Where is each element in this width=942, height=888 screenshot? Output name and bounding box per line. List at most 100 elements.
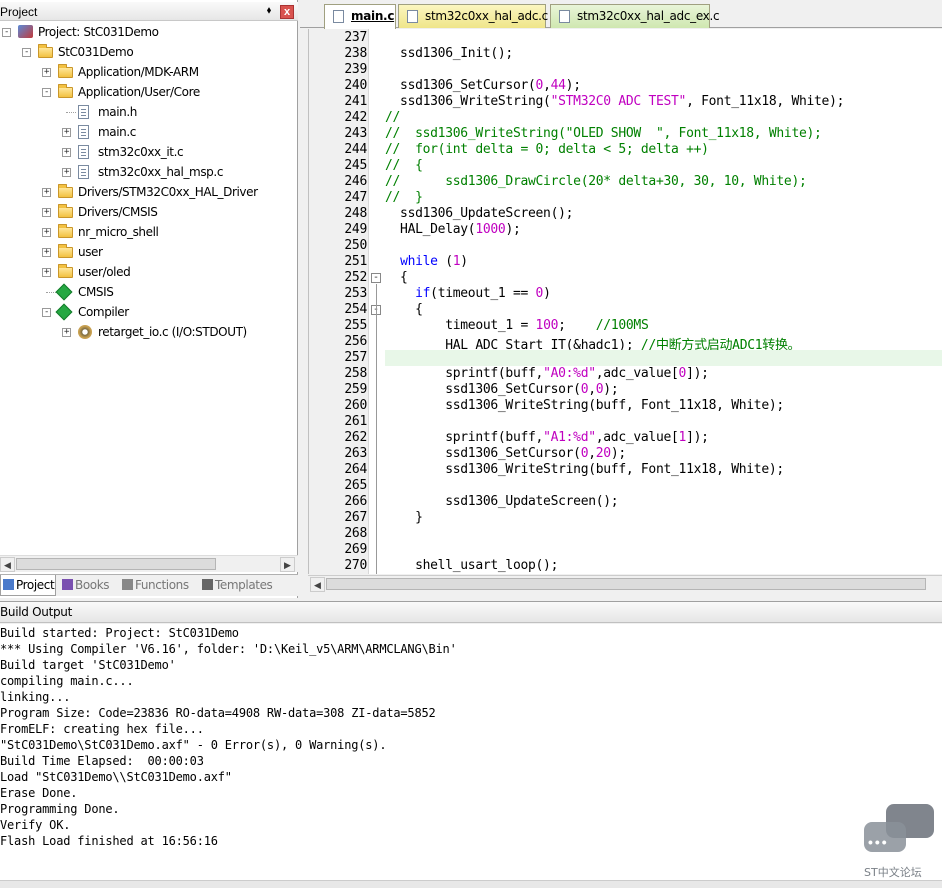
tree-item[interactable]: + main.c [0,122,298,142]
tree-item[interactable]: + Application/MDK-ARM [0,62,298,82]
tab-project[interactable]: Project [0,575,56,596]
expand-toggle-icon[interactable]: + [62,168,71,177]
editor-tab[interactable]: stm32c0xx_hal_adc_ex.c [550,4,720,28]
expand-toggle-icon[interactable]: + [62,128,71,137]
scroll-left-icon[interactable]: ◀ [0,557,15,572]
code-line[interactable]: ssd1306_WriteString(buff, Font_11x18, Wh… [385,398,784,413]
code-line[interactable]: ssd1306_WriteString(buff, Font_11x18, Wh… [385,462,784,477]
code-line[interactable]: if(timeout_1 == 0) [385,286,551,301]
tree-item[interactable]: main.h [0,102,298,122]
build-output-line: Build Time Elapsed: 00:00:03 [0,754,204,768]
tab-functions[interactable]: Functions [120,575,196,596]
line-number: 269 [344,542,367,557]
code-line[interactable]: while (1) [385,254,468,269]
tree-item[interactable]: + Drivers/STM32C0xx_HAL_Driver [0,182,298,202]
expand-toggle-icon[interactable]: + [42,248,51,257]
folder-icon [58,64,73,78]
project-tab-icon [3,579,14,590]
expand-toggle-icon[interactable]: + [42,188,51,197]
tree-item[interactable]: + nr_micro_shell [0,222,298,242]
scroll-right-icon[interactable]: ▶ [280,557,295,572]
scroll-left-icon[interactable]: ◀ [310,577,325,592]
line-number: 253 [344,286,367,301]
tree-item[interactable]: - Application/User/Core [0,82,298,102]
build-output-line: Build target 'StC031Demo' [0,658,176,672]
fold-guide [376,316,377,514]
line-number: 244 [344,142,367,157]
tree-horizontal-scrollbar[interactable]: ◀ ▶ [0,555,298,572]
collapse-toggle-icon[interactable]: - [22,48,31,57]
build-output-line: Flash Load finished at 16:56:16 [0,834,218,848]
tree-item[interactable]: + retarget_io.c (I/O:STDOUT) [0,322,298,342]
tree-item[interactable]: + user/oled [0,262,298,282]
collapse-toggle-icon[interactable]: - [2,28,11,37]
code-line[interactable]: // } [385,190,423,205]
build-output-line: *** Using Compiler 'V6.16', folder: 'D:\… [0,642,457,656]
code-line[interactable]: ssd1306_UpdateScreen(); [385,494,618,509]
build-output-header: Build Output [0,601,942,623]
project-panel-tabs: Project Books Functions Templates [0,574,298,596]
line-number: 254 [344,302,367,317]
tree-item[interactable]: CMSIS [0,282,298,302]
watermark-text: ST中文论坛 [864,866,922,879]
tab-templates[interactable]: Templates [200,575,280,596]
collapse-toggle-icon[interactable]: - [42,88,51,97]
code-line[interactable]: // { [385,158,423,173]
expand-toggle-icon[interactable]: + [62,328,71,337]
line-number-gutter: 237 238 239 240 241 242 243 244 245 246 247 248 249 2… [309,29,369,574]
tree-item[interactable]: - Project: StC031Demo [0,22,298,42]
tree-item[interactable]: + user [0,242,298,262]
file-icon [78,145,89,159]
code-line[interactable]: ssd1306_UpdateScreen(); [385,206,573,221]
tab-books[interactable]: Books [60,575,116,596]
code-line[interactable]: HAL_Delay(1000); [385,222,521,237]
templates-icon [202,579,213,590]
code-line[interactable]: { [385,270,408,285]
code-line[interactable]: ssd1306_SetCursor(0,0); [385,382,618,397]
code-line[interactable]: // for(int delta = 0; delta < 5; delta +… [385,142,709,157]
code-editor[interactable]: 237 238 239 240 241 242 243 244 245 246 247 248 249 2… [308,29,942,574]
code-line[interactable]: // [385,110,400,125]
code-line[interactable]: ssd1306_WriteString("STM32C0 ADC TEST", … [385,94,844,109]
close-icon[interactable]: x [280,5,294,19]
expand-toggle-icon[interactable]: + [42,208,51,217]
editor-tab[interactable]: main.c [324,4,396,29]
collapse-toggle-icon[interactable]: - [42,308,51,317]
editor-tab[interactable]: stm32c0xx_hal_adc.c [398,4,548,28]
build-output-line: linking... [0,690,71,704]
code-line[interactable]: // ssd1306_DrawCircle(20* delta+30, 30, … [385,174,807,189]
editor-horizontal-scrollbar[interactable]: ◀ [308,575,942,592]
tree-item[interactable]: + Drivers/CMSIS [0,202,298,222]
code-line[interactable] [385,350,445,365]
code-line[interactable]: // ssd1306_WriteString("OLED SHOW ", Fon… [385,126,822,141]
build-output-panel[interactable]: Build started: Project: StC031Demo *** Us… [0,624,942,888]
code-line[interactable]: ssd1306_SetCursor(0,44); [385,78,581,93]
code-line[interactable]: timeout_1 = 100; //100MS [385,318,649,333]
code-line[interactable]: { [385,302,423,317]
tree-item[interactable]: - StC031Demo [0,42,298,62]
scroll-thumb[interactable] [16,558,216,570]
code-line[interactable]: sprintf(buff,"A1:%d",adc_value[1]); [385,430,709,445]
code-line[interactable]: shell_usart_loop(); [385,558,558,573]
expand-toggle-icon[interactable]: + [42,268,51,277]
expand-toggle-icon[interactable]: + [42,68,51,77]
pin-icon[interactable]: ⬧ [263,5,275,17]
project-panel-title: Project [0,5,38,19]
code-line[interactable]: sprintf(buff,"A0:%d",adc_value[0]); [385,366,709,381]
folder-icon [58,84,73,98]
code-line[interactable]: ssd1306_Init(); [385,46,513,61]
tree-item-label: Application/MDK-ARM [78,65,199,79]
expand-toggle-icon[interactable]: + [42,228,51,237]
tree-item-label: Compiler [78,305,129,319]
build-output-line: FromELF: creating hex file... [0,722,204,736]
folder-icon [58,244,73,258]
tree-item[interactable]: - Compiler [0,302,298,322]
tree-item[interactable]: + stm32c0xx_it.c [0,142,298,162]
tree-item-label: Drivers/CMSIS [78,205,158,219]
tree-item[interactable]: + stm32c0xx_hal_msp.c [0,162,298,182]
expand-toggle-icon[interactable]: + [62,148,71,157]
fold-toggle-icon[interactable]: - [371,273,381,283]
code-line[interactable]: ssd1306_SetCursor(0,20); [385,446,626,461]
scroll-thumb[interactable] [326,578,926,590]
code-line[interactable]: } [385,510,423,525]
